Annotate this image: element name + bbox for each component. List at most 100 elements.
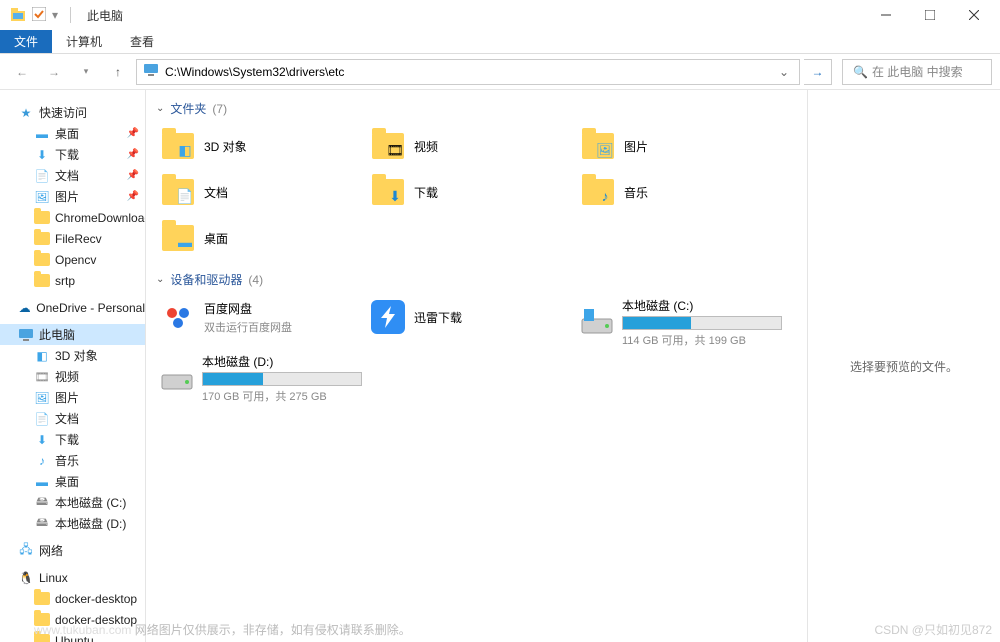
nav-downloads2[interactable]: ⬇下载 xyxy=(0,429,145,450)
drive-d[interactable]: 本地磁盘 (D:)170 GB 可用，共 275 GB xyxy=(156,350,366,406)
tab-computer[interactable]: 计算机 xyxy=(52,30,116,53)
nav-filerecv[interactable]: FileRecv xyxy=(0,228,145,249)
video-icon: 🎞 xyxy=(370,128,406,164)
group-title: 设备和驱动器 xyxy=(170,271,242,288)
search-icon: 🔍 xyxy=(853,65,868,79)
folder-video[interactable]: 🎞视频 xyxy=(366,123,576,169)
nav-music[interactable]: ♪音乐 xyxy=(0,450,145,471)
video-icon: 🎞 xyxy=(34,369,50,385)
folder-documents[interactable]: 📄文档 xyxy=(156,169,366,215)
minimize-button[interactable] xyxy=(864,0,908,30)
nav-video[interactable]: 🎞视频 xyxy=(0,366,145,387)
nav-this-pc[interactable]: 此电脑 xyxy=(0,324,145,345)
tab-file[interactable]: 文件 xyxy=(0,30,52,53)
document-icon: 📄 xyxy=(160,174,196,210)
chevron-down-icon[interactable]: ⌄ xyxy=(775,65,793,79)
cloud-icon: ☁ xyxy=(18,300,31,316)
music-icon: ♪ xyxy=(34,453,50,469)
linux-icon: 🐧 xyxy=(18,570,34,586)
folder-3d[interactable]: ◧3D 对象 xyxy=(156,123,366,169)
nav-network[interactable]: 🖧网络 xyxy=(0,540,145,561)
back-button[interactable]: ← xyxy=(8,59,36,85)
nav-pictures2[interactable]: 🖼图片 xyxy=(0,387,145,408)
address-input[interactable] xyxy=(165,65,775,79)
3d-icon: ◧ xyxy=(34,348,50,364)
qat-dropdown-icon[interactable]: ▾ xyxy=(52,8,58,22)
search-placeholder: 在 此电脑 中搜索 xyxy=(872,63,963,80)
nav-srtp[interactable]: srtp xyxy=(0,270,145,291)
desktop-icon: ▬ xyxy=(34,126,50,142)
download-icon: ⬇ xyxy=(34,432,50,448)
nav-desktop2[interactable]: ▬桌面 xyxy=(0,471,145,492)
nav-3d[interactable]: ◧3D 对象 xyxy=(0,345,145,366)
nav-drive-c[interactable]: 🖴本地磁盘 (C:) xyxy=(0,492,145,513)
content-pane: ⌄ 文件夹 (7) ◧3D 对象 🎞视频 🖼图片 📄文档 ⬇下载 ♪音乐 ▬桌面… xyxy=(146,90,808,642)
group-header-folders[interactable]: ⌄ 文件夹 (7) xyxy=(146,96,807,121)
window-title: 此电脑 xyxy=(87,7,123,24)
chevron-down-icon: ⌄ xyxy=(156,103,164,114)
nav-desktop[interactable]: ▬桌面📌 xyxy=(0,123,145,144)
tab-view[interactable]: 查看 xyxy=(116,30,168,53)
quick-access-toolbar: ▾ 此电脑 xyxy=(4,6,123,25)
search-box[interactable]: 🔍 在 此电脑 中搜索 xyxy=(842,59,992,85)
drive-c[interactable]: 本地磁盘 (C:)114 GB 可用，共 199 GB xyxy=(576,294,786,350)
nav-documents[interactable]: 📄文档📌 xyxy=(0,165,145,186)
desktop-icon: ▬ xyxy=(160,220,196,256)
explorer-icon xyxy=(10,6,26,25)
ribbon-tabs: 文件 计算机 查看 xyxy=(0,30,1000,54)
folder-icon xyxy=(34,273,50,289)
nav-chromedl[interactable]: ChromeDownloads xyxy=(0,207,145,228)
pin-icon: 📌 xyxy=(127,170,139,181)
nav-docker1[interactable]: docker-desktop xyxy=(0,588,145,609)
pc-icon xyxy=(143,63,159,80)
body: ★ 快速访问 ▬桌面📌 ⬇下载📌 📄文档📌 🖼图片📌 ChromeDownloa… xyxy=(0,90,1000,642)
drive-icon: 🖴 xyxy=(34,516,50,532)
pin-icon: 📌 xyxy=(127,191,139,202)
chevron-down-icon: ⌄ xyxy=(156,274,164,285)
title-bar: ▾ 此电脑 xyxy=(0,0,1000,30)
pc-icon xyxy=(18,327,34,343)
network-icon: 🖧 xyxy=(18,543,34,559)
nav-downloads[interactable]: ⬇下载📌 xyxy=(0,144,145,165)
download-icon: ⬇ xyxy=(34,147,50,163)
folder-downloads[interactable]: ⬇下载 xyxy=(366,169,576,215)
3d-icon: ◧ xyxy=(160,128,196,164)
navigation-pane: ★ 快速访问 ▬桌面📌 ⬇下载📌 📄文档📌 🖼图片📌 ChromeDownloa… xyxy=(0,90,146,642)
nav-pictures[interactable]: 🖼图片📌 xyxy=(0,186,145,207)
desktop-icon: ▬ xyxy=(34,474,50,490)
app-baidu[interactable]: 百度网盘双击运行百度网盘 xyxy=(156,294,366,340)
address-box[interactable]: ⌄ xyxy=(136,59,800,85)
maximize-button[interactable] xyxy=(908,0,952,30)
group-count: (4) xyxy=(248,273,263,287)
folder-pictures[interactable]: 🖼图片 xyxy=(576,123,786,169)
checkbox-icon[interactable] xyxy=(32,7,46,24)
group-title: 文件夹 xyxy=(170,100,206,117)
drive-icon: 🖴 xyxy=(34,495,50,511)
download-icon: ⬇ xyxy=(370,174,406,210)
nav-drive-d[interactable]: 🖴本地磁盘 (D:) xyxy=(0,513,145,534)
picture-icon: 🖼 xyxy=(34,390,50,406)
pin-icon: 📌 xyxy=(127,128,139,139)
nav-opencv[interactable]: Opencv xyxy=(0,249,145,270)
app-xunlei[interactable]: 迅雷下载 xyxy=(366,294,576,340)
group-body-folders: ◧3D 对象 🎞视频 🖼图片 📄文档 ⬇下载 ♪音乐 ▬桌面 xyxy=(146,121,807,267)
nav-quick-access[interactable]: ★ 快速访问 xyxy=(0,102,145,123)
footer-notice: www.tukuban.com 网络图片仅供展示，非存储，如有侵权请联系删除。 xyxy=(34,621,411,638)
folder-icon xyxy=(34,231,50,247)
up-button[interactable]: ↑ xyxy=(104,59,132,85)
separator xyxy=(70,7,71,23)
close-button[interactable] xyxy=(952,0,996,30)
group-body-devices: 百度网盘双击运行百度网盘 迅雷下载 本地磁盘 (C:)114 GB 可用，共 1… xyxy=(146,292,807,412)
nav-onedrive[interactable]: ☁OneDrive - Personal xyxy=(0,297,145,318)
picture-icon: 🖼 xyxy=(580,128,616,164)
folder-desktop[interactable]: ▬桌面 xyxy=(156,215,366,261)
folder-music[interactable]: ♪音乐 xyxy=(576,169,786,215)
group-header-devices[interactable]: ⌄ 设备和驱动器 (4) xyxy=(146,267,807,292)
folder-icon xyxy=(34,252,50,268)
address-bar: ← → ▾ ↑ ⌄ → 🔍 在 此电脑 中搜索 xyxy=(0,54,1000,90)
recent-dropdown[interactable]: ▾ xyxy=(72,59,100,85)
refresh-button[interactable]: → xyxy=(804,59,832,85)
nav-documents2[interactable]: 📄文档 xyxy=(0,408,145,429)
nav-linux[interactable]: 🐧Linux xyxy=(0,567,145,588)
forward-button[interactable]: → xyxy=(40,59,68,85)
